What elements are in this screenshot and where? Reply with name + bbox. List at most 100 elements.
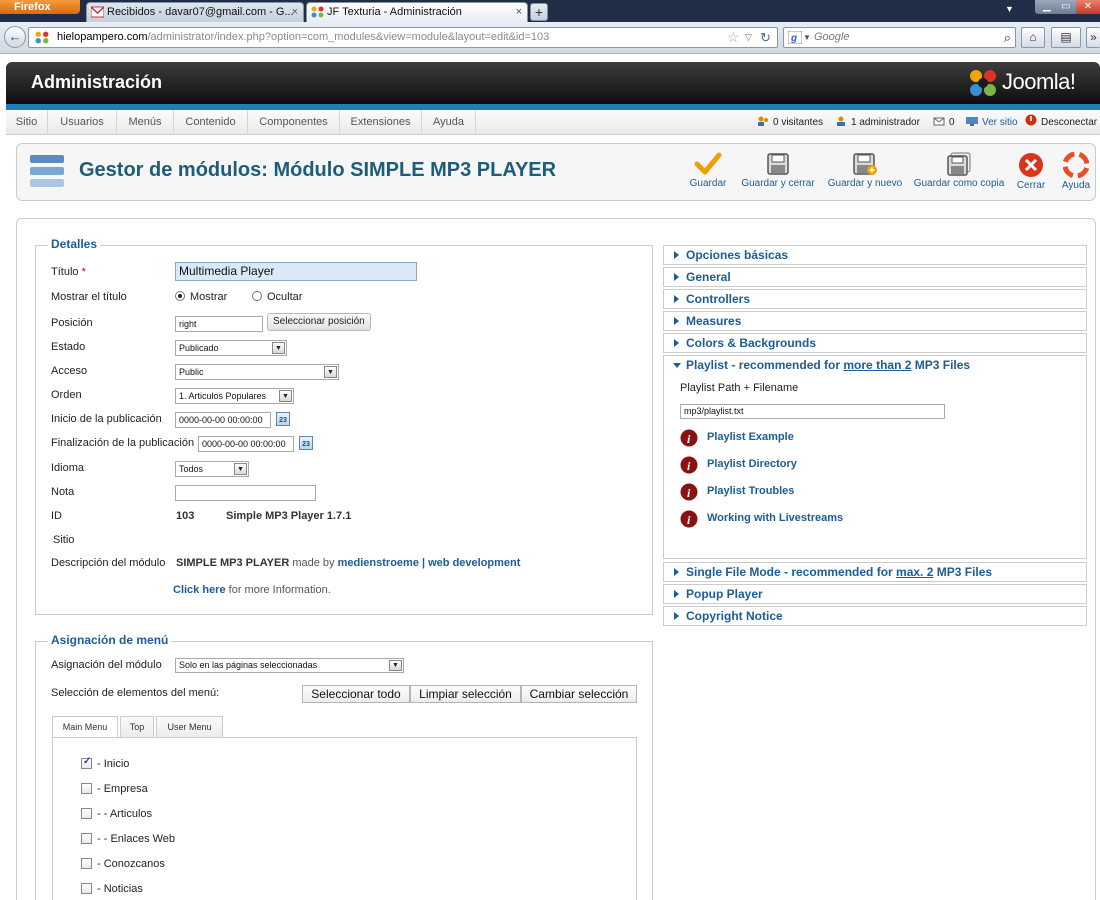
page-title: Gestor de módulos: Módulo SIMPLE MP3 PLA…	[79, 159, 557, 181]
accordion-single-file-mode[interactable]: Single File Mode - recommended for max. …	[663, 562, 1087, 582]
menu-item-usuarios[interactable]: Usuarios	[48, 110, 117, 135]
logout-link[interactable]: Desconectar	[1025, 110, 1097, 135]
window-close-icon[interactable]: ✕	[1076, 0, 1100, 14]
save-and-close-button[interactable]: Guardar y cerrar	[739, 152, 817, 196]
history-dropdown-icon[interactable]: ▽	[745, 28, 752, 47]
search-engine-dropdown-icon[interactable]: ▼	[803, 28, 811, 47]
accordion-basic-options[interactable]: Opciones básicas	[663, 245, 1087, 265]
save-and-new-button[interactable]: Guardar y nuevo	[827, 152, 903, 196]
playlist-path-label: Playlist Path + Filename	[680, 382, 799, 394]
new-tab-button[interactable]: +	[530, 3, 548, 21]
menu-item-contenido[interactable]: Contenido	[174, 110, 248, 135]
hide-radio[interactable]: Ocultar	[252, 291, 302, 303]
accordion-general[interactable]: General	[663, 267, 1087, 287]
floppy-disk-icon	[767, 153, 789, 175]
gmail-icon	[91, 6, 104, 18]
status-messages[interactable]: 0	[933, 110, 955, 135]
chevron-down-icon: ▼	[272, 342, 285, 354]
publish-up-input[interactable]: 0000-00-00 00:00:00	[175, 412, 271, 428]
details-fieldset: Detalles Título * Multimedia Player Most…	[35, 237, 653, 615]
publish-up-label: Inicio de la publicación	[51, 413, 162, 425]
url-bar[interactable]: hielopampero.com/administrator/index.php…	[28, 27, 778, 48]
back-arrow-icon[interactable]: ←	[4, 26, 26, 48]
calendar-icon[interactable]: 23	[299, 436, 313, 450]
checkbox-icon	[81, 808, 92, 819]
save-as-copy-button[interactable]: Guardar como copia	[913, 152, 1005, 196]
status-admins: 1 administrador	[835, 110, 920, 135]
accordion-copyright[interactable]: Copyright Notice	[663, 606, 1087, 626]
menu-item-ayuda[interactable]: Ayuda	[422, 110, 476, 135]
tab-top[interactable]: Top	[120, 716, 154, 737]
search-icon[interactable]: ⌕	[1004, 28, 1011, 47]
monitor-icon	[966, 117, 978, 126]
save-button[interactable]: Guardar	[687, 152, 729, 196]
calendar-icon[interactable]: 23	[276, 412, 290, 426]
triangle-right-icon	[674, 568, 679, 576]
radio-empty-icon	[252, 291, 262, 301]
browser-tab-joomla[interactable]: JF Texturia - Administración ×	[306, 2, 528, 22]
maximize-icon[interactable]: ▭	[1061, 0, 1070, 13]
click-here-link[interactable]: Click here	[173, 584, 226, 596]
details-legend: Detalles	[48, 237, 101, 251]
clear-selection-button[interactable]: Limpiar selección	[410, 685, 521, 703]
accordion-measures[interactable]: Measures	[663, 311, 1087, 331]
checkbox-icon	[81, 783, 92, 794]
tab-close-icon[interactable]: ×	[516, 3, 522, 21]
view-site-link[interactable]: Ver sitio	[966, 110, 1018, 135]
search-box[interactable]: g ▼ Google ⌕	[783, 27, 1016, 48]
help-button[interactable]: Ayuda	[1059, 152, 1093, 196]
menu-item-componentes[interactable]: Componentes	[248, 110, 340, 135]
state-select[interactable]: Publicado ▼	[175, 340, 287, 356]
menu-selection-label: Selección de elementos del menú:	[51, 687, 220, 699]
search-placeholder: Google	[814, 31, 850, 43]
toggle-selection-button[interactable]: Cambiar selección	[521, 685, 637, 703]
tab-list-dropdown-icon[interactable]: ▼	[1005, 4, 1014, 14]
order-select[interactable]: 1. Articulos Populares ▼	[175, 388, 294, 404]
bookmarks-menu-icon[interactable]: ▤	[1051, 27, 1081, 48]
home-icon[interactable]: ⌂	[1021, 27, 1045, 48]
accordion-popup-player[interactable]: Popup Player	[663, 584, 1087, 604]
joomla-favicon-icon	[311, 6, 324, 18]
menu-item-extensiones[interactable]: Extensiones	[340, 110, 422, 135]
menu-item-sitio[interactable]: Sitio	[6, 110, 48, 135]
tab-main-menu[interactable]: Main Menu	[52, 716, 118, 738]
accordion-colors[interactable]: Colors & Backgrounds	[663, 333, 1087, 353]
accordion-playlist[interactable]: Playlist - recommended for more than 2 M…	[663, 355, 1087, 375]
id-label: ID	[51, 510, 62, 522]
joomla-logo-text: Joomla!	[1002, 69, 1076, 94]
overflow-icon[interactable]: »	[1086, 27, 1100, 48]
access-select[interactable]: Public ▼	[175, 364, 339, 380]
showtitle-label: Mostrar el título	[51, 291, 127, 303]
firefox-menu-button[interactable]: Firefox	[0, 0, 80, 14]
playlist-path-input[interactable]: mp3/playlist.txt	[680, 404, 945, 419]
joomla-logo: Joomla!	[968, 68, 1098, 98]
bookmark-star-icon[interactable]: ☆	[727, 28, 740, 47]
select-all-button[interactable]: Seleccionar todo	[302, 685, 410, 703]
title-input[interactable]: Multimedia Player	[175, 262, 417, 281]
browser-tab-gmail[interactable]: Recibidos - davar07@gmail.com - G... ×	[86, 2, 304, 22]
url-path: /administrator/index.php?option=com_modu…	[147, 31, 550, 43]
author-link[interactable]: medienstroeme | web development	[338, 557, 521, 569]
note-input[interactable]	[175, 485, 316, 501]
language-select[interactable]: Todos ▼	[175, 461, 249, 477]
status-visitors: 0 visitantes	[757, 110, 823, 135]
module-manager-icon	[30, 155, 64, 187]
accordion-controllers[interactable]: Controllers	[663, 289, 1087, 309]
publish-down-input[interactable]: 0000-00-00 00:00:00	[198, 436, 294, 452]
tab-user-menu[interactable]: User Menu	[156, 716, 223, 737]
menu-item-menus[interactable]: Menús	[117, 110, 174, 135]
tab-label: Recibidos - davar07@gmail.com - G...	[107, 6, 294, 18]
tab-close-icon[interactable]: ×	[292, 3, 298, 21]
show-radio[interactable]: Mostrar	[175, 291, 227, 303]
module-assignment-select[interactable]: Solo en las páginas seleccionadas ▼	[175, 658, 404, 673]
select-position-button[interactable]: Seleccionar posición	[267, 313, 371, 331]
reload-icon[interactable]: ↻	[760, 28, 771, 47]
position-input[interactable]: right	[175, 316, 263, 332]
triangle-right-icon	[674, 590, 679, 598]
tab-label: JF Texturia - Administración	[327, 6, 462, 18]
toolbar-box: Gestor de módulos: Módulo SIMPLE MP3 PLA…	[16, 143, 1096, 201]
minimize-icon[interactable]: ▁	[1043, 0, 1051, 13]
info-icon: i	[680, 510, 698, 528]
lifebuoy-icon	[1063, 152, 1089, 178]
close-button[interactable]: Cerrar	[1013, 152, 1049, 196]
